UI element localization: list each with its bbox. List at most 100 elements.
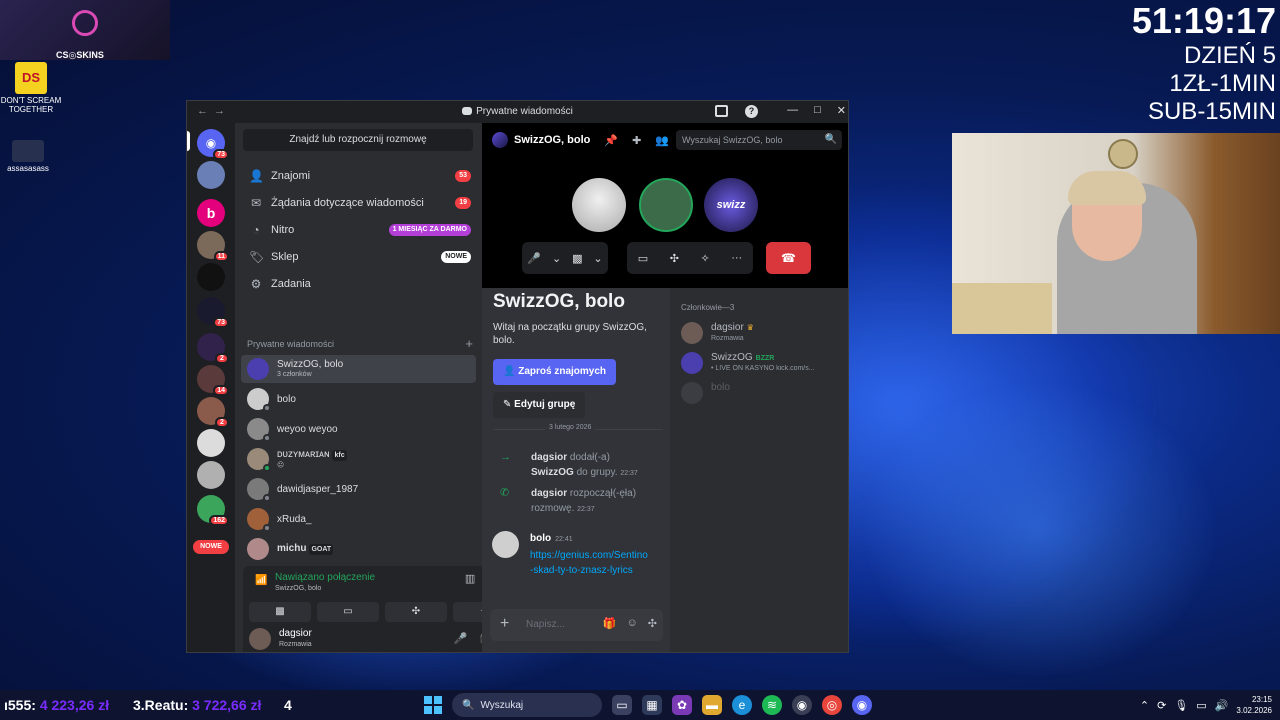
task-view-icon[interactable]: ▭ <box>612 695 632 715</box>
message-author[interactable]: dagsior <box>531 488 567 499</box>
invite-label: Zaproś znajomych <box>518 366 607 377</box>
volume-icon[interactable]: 🔊 <box>1215 699 1229 712</box>
copilot-icon[interactable]: ✿ <box>672 695 692 715</box>
server-icon[interactable]: 11 <box>197 231 229 262</box>
member-item[interactable]: SwizzOG BZZR • LIVE ON KASYNO kick.com/s.… <box>681 350 846 376</box>
chevron-down-icon[interactable]: ⌄ <box>593 252 602 265</box>
message-author[interactable]: bolo <box>530 533 551 544</box>
avatar[interactable] <box>492 531 519 558</box>
dm-header-label: Prywatne wiadomości <box>247 339 335 349</box>
more-icon[interactable]: ··· <box>731 252 742 264</box>
server-icon[interactable]: 73 <box>197 297 229 328</box>
new-messages-pill[interactable]: NOWE <box>193 540 229 554</box>
hang-up-button[interactable]: ☎ <box>766 242 811 274</box>
apps-icon[interactable]: ✣ <box>648 617 657 630</box>
desktop-icon-dont-scream[interactable]: DS DON'T SCREAM TOGETHER <box>0 62 62 114</box>
taskbar-search[interactable]: 🔍 Wyszukaj <box>452 693 602 717</box>
avatar <box>247 448 271 472</box>
dm-name: xRuda_ <box>277 513 312 525</box>
close-button[interactable]: ✕ <box>837 104 846 117</box>
member-name: dagsior <box>711 322 744 333</box>
desktop-icon-assasasass[interactable]: assasasass <box>0 140 59 173</box>
minimize-button[interactable]: — <box>787 104 798 117</box>
dm-item[interactable]: ᴅᴜᴢʏᴍᴀʀɪᴀɴ kfc 😐 <box>241 445 476 473</box>
nav-label: Żądania dotyczące wiadomości <box>271 197 424 209</box>
microphone-icon[interactable]: 🎤 <box>527 252 541 265</box>
invite-friends-button[interactable]: 👤 Zaproś znajomych <box>493 359 617 385</box>
chevron-down-icon[interactable]: ⌄ <box>552 252 561 265</box>
camera-off-icon[interactable]: ▩ <box>572 252 582 265</box>
screen-share-button[interactable]: ▭ <box>317 602 379 622</box>
dm-item[interactable]: weyoo weyoo <box>241 415 476 443</box>
message-composer[interactable]: + Napisz... 🎁 ☺ ✣ <box>490 609 663 641</box>
find-conversation-button[interactable]: Znajdź lub rozpocznij rozmowę <box>243 129 473 151</box>
dm-item[interactable]: xRuda_ <box>241 505 476 533</box>
chrome-icon[interactable]: ◎ <box>822 695 842 715</box>
attach-icon[interactable]: + <box>500 615 509 633</box>
microphone-icon[interactable]: 🎙 <box>1174 699 1188 712</box>
call-participant-dagsior[interactable] <box>639 178 693 232</box>
nav-quests[interactable]: ⚙ Zadania <box>243 271 475 297</box>
camera-button[interactable]: ▩ <box>249 602 311 622</box>
call-participant-bolo[interactable] <box>572 178 626 232</box>
server-tag: kfc <box>332 449 347 461</box>
add-friends-icon[interactable]: ✚ <box>632 134 641 147</box>
voice-status[interactable]: Nawiązano połączenie <box>275 572 375 583</box>
maximize-button[interactable]: □ <box>814 104 821 117</box>
activities-button[interactable]: ✣ <box>385 602 447 622</box>
sync-icon[interactable]: ⟳ <box>1157 699 1166 712</box>
call-participant-swizzog[interactable]: swizz <box>704 178 758 232</box>
edit-group-button[interactable]: ✎ Edytuj grupę <box>493 392 586 418</box>
avatar[interactable] <box>249 628 271 650</box>
taskbar-clock[interactable]: 23:15 3.02.2026 <box>1236 694 1272 716</box>
server-icon[interactable] <box>197 161 225 189</box>
nav-message-requests[interactable]: ✉ Żądania dotyczące wiadomości 19 <box>243 190 475 216</box>
nav-nitro[interactable]: ◔ Nitro 1 MIESIĄC ZA DARMO <box>243 217 475 243</box>
member-list-icon[interactable]: 👥 <box>655 134 669 147</box>
create-dm-icon[interactable]: + <box>465 336 473 351</box>
help-icon[interactable]: ? <box>745 105 758 118</box>
server-icon[interactable] <box>197 461 225 489</box>
message-author[interactable]: dagsior <box>531 452 567 463</box>
unread-badge: 2 <box>215 353 229 364</box>
count-badge: 53 <box>455 170 471 182</box>
dm-item[interactable]: dawidjasper_1987 <box>241 475 476 503</box>
screen-share-icon[interactable]: ▭ <box>638 252 648 265</box>
windows-start-icon[interactable] <box>424 696 442 714</box>
server-icon[interactable] <box>197 429 225 457</box>
donation-entry: 4 <box>284 690 292 720</box>
spotify-icon[interactable]: ≋ <box>762 695 782 715</box>
member-item[interactable]: dagsior ♛ Rozmawia <box>681 320 846 346</box>
server-icon[interactable]: 162 <box>197 495 229 526</box>
server-icon[interactable]: 14 <box>197 365 229 396</box>
dm-item[interactable]: SwizzOG, bolo 3 członków <box>241 355 476 383</box>
file-explorer-icon[interactable]: ▬ <box>702 695 722 715</box>
display-icon[interactable]: ▭ <box>1196 699 1206 712</box>
chevron-up-icon[interactable]: ⌃ <box>1140 699 1149 712</box>
emoji-icon[interactable]: ☺ <box>627 617 638 630</box>
edge-icon[interactable]: e <box>732 695 752 715</box>
soundboard-icon[interactable]: ✧ <box>700 252 709 265</box>
inbox-icon[interactable] <box>715 105 728 117</box>
microphone-icon[interactable]: 🎤 <box>454 632 468 645</box>
server-icon[interactable]: 2 <box>197 333 229 364</box>
obs-icon[interactable]: ◉ <box>792 695 812 715</box>
gift-icon[interactable]: 🎁 <box>603 617 617 630</box>
dm-item[interactable]: michu GOAT <box>241 535 476 563</box>
search-input[interactable]: Wyszukaj SwizzOG, bolo 🔍 <box>676 130 842 150</box>
server-icon[interactable]: b <box>197 199 225 227</box>
discord-taskbar-icon[interactable]: ◉ <box>852 695 872 715</box>
nav-friends[interactable]: 👤 Znajomi 53 <box>243 163 475 189</box>
user-status: Rozmawia <box>279 641 312 648</box>
message-link[interactable]: https://genius.com/Sentino-skad-ty-to-zn… <box>530 548 650 578</box>
pin-icon[interactable]: 📌 <box>604 134 618 147</box>
server-icon[interactable]: 2 <box>197 397 229 428</box>
dm-item[interactable]: bolo <box>241 385 476 413</box>
server-icon-direct-messages[interactable]: ◉ 73 <box>197 129 229 160</box>
member-item[interactable]: bolo <box>681 380 846 406</box>
widgets-icon[interactable]: ▦ <box>642 695 662 715</box>
message-target[interactable]: SwizzOG <box>531 467 574 478</box>
server-icon[interactable] <box>197 263 225 291</box>
activities-icon[interactable]: ✣ <box>670 252 679 265</box>
nav-shop[interactable]: 🏷 Sklep NOWE <box>243 244 475 270</box>
